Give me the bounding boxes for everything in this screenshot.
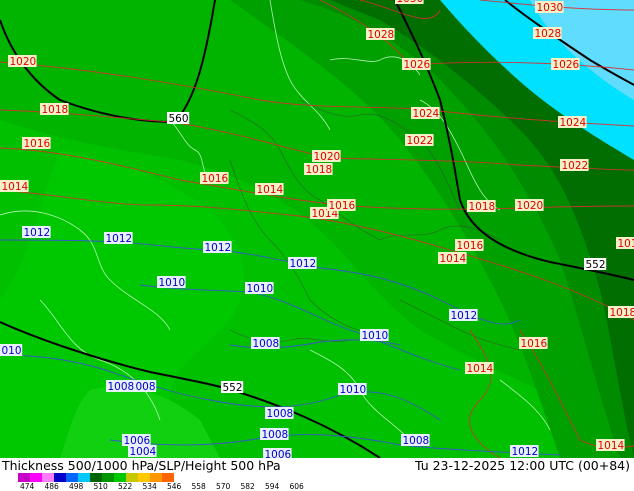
isobar-label-low: 1012 xyxy=(106,233,133,245)
isobar-label-high: 1030 xyxy=(397,0,424,5)
legend-swatch xyxy=(102,473,114,482)
valid-time: Tu 23-12-2025 12:00 UTC (00+84) xyxy=(415,458,630,473)
isobar-label-high: 1014 xyxy=(2,181,29,193)
isobar-label-high: 1018 xyxy=(306,164,333,176)
isobar-label-low: 1010 xyxy=(159,277,186,289)
isobar-label-high: 1022 xyxy=(407,135,434,147)
isobar-label-high: 1030 xyxy=(537,2,564,14)
weather-map: 1030103010281028102610261020101810241024… xyxy=(0,0,634,458)
legend-swatch xyxy=(30,473,42,482)
isobar-label-high: 1024 xyxy=(413,108,440,120)
isobar-label-low: 1012 xyxy=(205,242,232,254)
isobar-label-high: 1016 xyxy=(24,138,51,150)
isobar-label-low: 1012 xyxy=(290,258,317,270)
isobar-label-high: 1020 xyxy=(517,200,544,212)
height-label: 560 xyxy=(169,113,189,125)
legend-swatch xyxy=(126,473,138,482)
map-footer: Thickness 500/1000 hPa/SLP/Height 500 hP… xyxy=(0,458,634,490)
isobar-label-low: 1008 xyxy=(267,408,294,420)
isobar-label-low: 1010 xyxy=(362,330,389,342)
isobar-label-high: 1014 xyxy=(257,184,284,196)
isobar-label-high: 1020 xyxy=(10,56,37,68)
isobar-label-high: 1018 xyxy=(469,201,496,213)
isobar-label-high: 1018 xyxy=(610,307,634,319)
isobar-label-high: 1022 xyxy=(562,160,589,172)
legend-swatch xyxy=(54,473,66,482)
legend-swatch xyxy=(150,473,162,482)
isobar-label-low: 1012 xyxy=(451,310,478,322)
isobar-label-high: 1014 xyxy=(467,363,494,375)
isobar-label-low: 1010 xyxy=(247,283,274,295)
isobar-label-low: 1008 xyxy=(108,381,135,393)
color-legend xyxy=(18,473,174,482)
legend-swatch xyxy=(78,473,90,482)
isobar-label-high: 1024 xyxy=(560,117,587,129)
isobar-label-high: 1028 xyxy=(368,29,395,41)
isobar-label-low: 1006 xyxy=(265,449,292,458)
isobar-label-high: 1014 xyxy=(440,253,467,265)
legend-swatch xyxy=(66,473,78,482)
height-label: 552 xyxy=(586,259,606,271)
isobar-label-low: 1010 xyxy=(340,384,367,396)
isobar-label-high: 1016 xyxy=(329,200,356,212)
isobar-label-high: 1028 xyxy=(535,28,562,40)
isobar-label-low: 1008 xyxy=(262,429,289,441)
legend-swatch xyxy=(114,473,126,482)
isobar-label-low: 1012 xyxy=(24,227,51,239)
isobar-label-low: 1008 xyxy=(403,435,430,447)
isobar-label-low: 1008 xyxy=(253,338,280,350)
isobar-label-high: 101 xyxy=(618,238,634,250)
legend-swatch xyxy=(138,473,150,482)
isobar-label-low: 1004 xyxy=(130,446,157,458)
isobar-label-high: 1026 xyxy=(404,59,431,71)
isobar-label-high: 1014 xyxy=(598,440,625,452)
legend-swatch xyxy=(18,473,30,482)
isobar-label-low: 008 xyxy=(136,381,156,393)
isobar-label-high: 1020 xyxy=(314,151,341,163)
legend-swatch xyxy=(162,473,174,482)
isobar-label-high: 1026 xyxy=(553,59,580,71)
legend-swatch xyxy=(42,473,54,482)
isobar-label-high: 1018 xyxy=(42,104,69,116)
isobar-label-low: 1012 xyxy=(512,446,539,458)
legend-swatch xyxy=(90,473,102,482)
isobar-label-high: 1016 xyxy=(457,240,484,252)
isobar-label-low: 010 xyxy=(2,345,22,357)
isobar-label-high: 1016 xyxy=(521,338,548,350)
map-title: Thickness 500/1000 hPa/SLP/Height 500 hP… xyxy=(2,458,281,473)
height-label: 552 xyxy=(223,382,243,394)
isobar-label-high: 1016 xyxy=(202,173,229,185)
